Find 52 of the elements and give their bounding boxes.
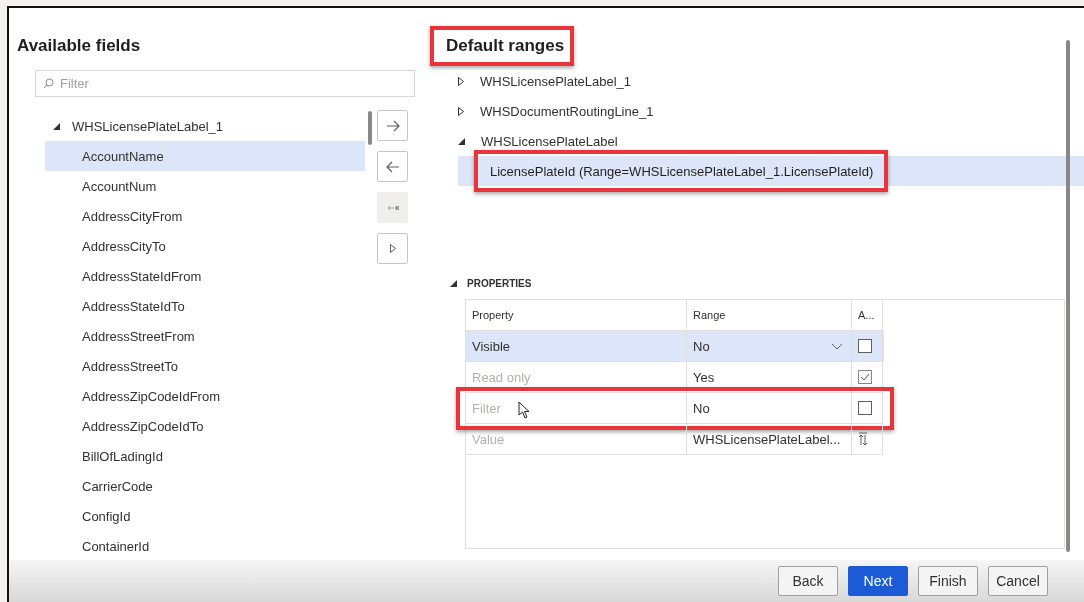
property-name: Visible [466,331,687,362]
scrollbar-thumb[interactable] [1066,40,1070,552]
field-item[interactable]: AccountNum [45,171,365,201]
tree-node[interactable]: WHSLicensePlateLabel [481,133,618,149]
expand-icon[interactable] [458,106,464,116]
field-item[interactable]: AddressStreetFrom [45,321,365,351]
filter-field[interactable]: Filter [35,70,415,97]
field-item[interactable]: AddressCityFrom [45,201,365,231]
arrow-left-bar-icon [386,204,399,211]
cursor-icon [518,401,530,419]
arrow-left-icon [385,160,400,173]
check-icon [860,373,870,381]
search-icon [43,78,54,89]
field-item[interactable]: AddressZipCodeIdFrom [45,381,365,411]
triangle-right-icon [389,244,396,253]
wizard-button[interactable]: Cancel [988,566,1048,596]
range-item[interactable]: LicensePlateId (Range=WHSLicensePlateLabel_1.LicensePlateId) [458,156,1084,186]
field-item[interactable]: ContainerId [45,531,365,561]
range-value: WHSLicensePlateLabel... [693,431,841,447]
tree-node[interactable]: WHSDocumentRoutingLine_1 [480,103,654,119]
field-item[interactable]: BillOfLadingId [45,441,365,471]
expand-icon[interactable] [458,76,464,86]
field-item[interactable]: AddressCityTo [45,231,365,261]
tree-node[interactable]: WHSLicensePlateLabel_1 [72,118,224,134]
field-item[interactable]: AddressStateIdTo [45,291,365,321]
property-name: Read only [466,362,687,393]
tree-node[interactable]: WHSLicensePlateLabel_1 [480,73,632,89]
range-value: Yes [693,369,715,385]
range-value: No [693,338,710,354]
field-item[interactable]: AddressStreetTo [45,351,365,381]
scrollbar-thumb[interactable] [368,111,372,145]
field-item[interactable]: AccountName [45,141,365,171]
range-cell[interactable]: No [687,331,852,362]
property-row[interactable]: Visible No [466,331,884,362]
section-title[interactable]: PROPERTIES [467,278,532,289]
panel-title: Default ranges [446,36,565,56]
property-name: Value [466,424,687,455]
arrow-right-icon [385,119,400,132]
collapse-icon[interactable] [458,137,465,145]
wizard-button[interactable]: Finish [918,566,978,596]
wizard-button[interactable]: Next [848,566,908,596]
field-item[interactable]: CarrierCode [45,471,365,501]
checkbox[interactable] [858,339,872,353]
collapse-icon[interactable] [450,280,457,287]
field-item[interactable]: AddressStateIdFrom [45,261,365,291]
chevron-down-icon[interactable] [831,342,843,350]
panel-title: Available fields [17,36,142,56]
range-value: No [693,400,710,416]
collapse-icon[interactable] [53,122,60,130]
field-item[interactable]: ConfigId [45,501,365,531]
wizard-button[interactable]: Back [778,566,838,596]
field-item[interactable]: AddressZipCodeIdTo [45,411,365,441]
